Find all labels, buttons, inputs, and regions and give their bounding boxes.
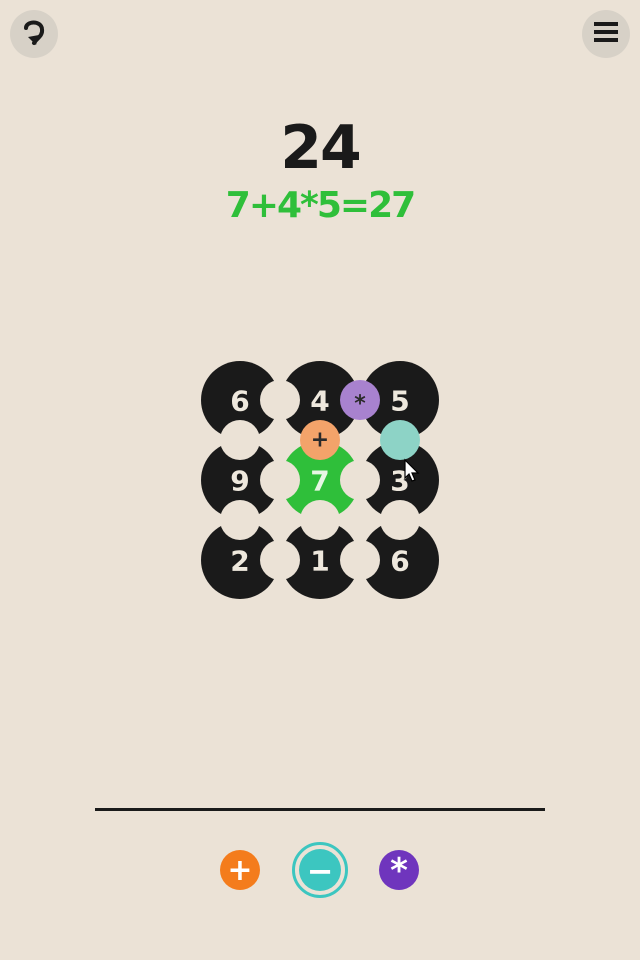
- undo-button[interactable]: [10, 10, 58, 58]
- operator-slot[interactable]: [220, 500, 260, 540]
- tile-number[interactable]: 9: [230, 465, 249, 498]
- plus-icon: +: [227, 853, 253, 888]
- operator-slot[interactable]: [300, 500, 340, 540]
- minus-operator-selected-ring: −: [292, 842, 348, 898]
- operator-slot[interactable]: [260, 460, 300, 500]
- tile-number[interactable]: 6: [390, 545, 409, 578]
- operator-slot-filled[interactable]: [340, 380, 380, 420]
- operator-slot[interactable]: [220, 420, 260, 460]
- tile-number[interactable]: 4: [310, 385, 329, 418]
- operator-slot[interactable]: [260, 540, 300, 580]
- operator-slot[interactable]: [380, 500, 420, 540]
- multiply-icon: *: [390, 851, 408, 891]
- tile-number[interactable]: 6: [230, 385, 249, 418]
- target-number: 24: [280, 113, 362, 183]
- tile-number[interactable]: 1: [310, 545, 329, 578]
- menu-button[interactable]: [582, 10, 630, 58]
- operator-slot[interactable]: [340, 460, 380, 500]
- tile-number[interactable]: 3: [390, 465, 409, 498]
- answer-line: [95, 808, 545, 811]
- plus-operator-button[interactable]: +: [220, 850, 260, 890]
- tile-number[interactable]: 7: [310, 465, 329, 498]
- operator-slot-filled[interactable]: [300, 420, 340, 460]
- tile-number[interactable]: 2: [230, 545, 249, 578]
- operator-slot-filled[interactable]: [380, 420, 420, 460]
- operator-slot[interactable]: [260, 380, 300, 420]
- minus-icon: −: [306, 852, 334, 890]
- minus-operator-button[interactable]: −: [299, 849, 341, 891]
- hamburger-menu-icon: [593, 20, 619, 48]
- operator-slot[interactable]: [340, 540, 380, 580]
- tile-number[interactable]: 5: [390, 385, 409, 418]
- current-expression: 7+4*5=27: [225, 185, 416, 226]
- multiply-operator-button[interactable]: *: [379, 850, 419, 890]
- undo-arrow-icon: [19, 16, 49, 52]
